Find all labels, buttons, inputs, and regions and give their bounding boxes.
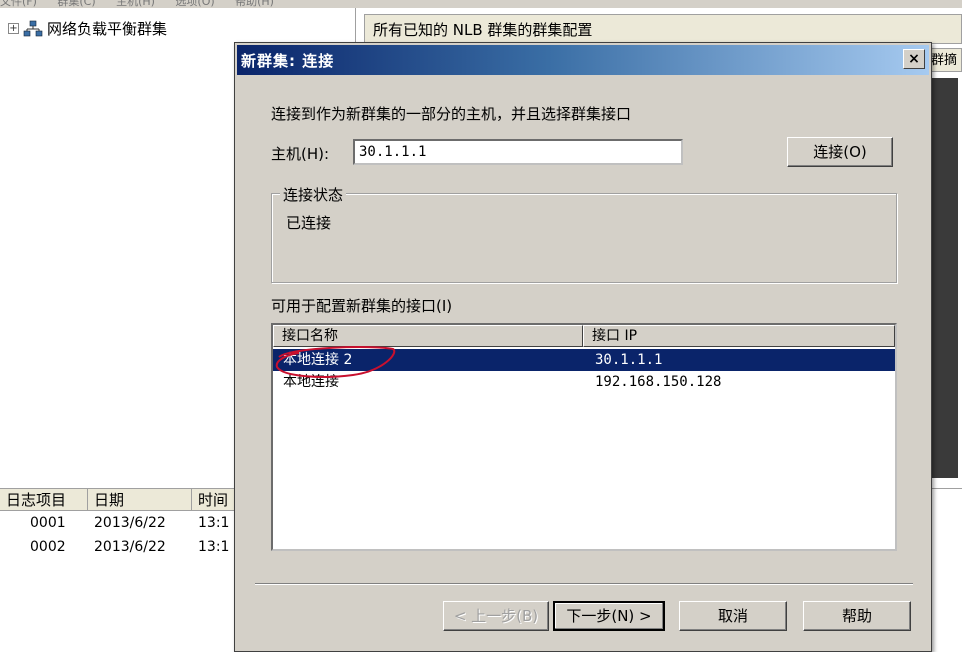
interface-ip: 30.1.1.1 xyxy=(595,352,663,368)
interfaces-list-header: 接口名称 接口 IP xyxy=(273,325,895,347)
log-col-time[interactable]: 时间 xyxy=(192,489,240,510)
menu-help[interactable]: 帮助(H) xyxy=(235,0,274,8)
interface-row[interactable]: 本地连接 192.168.150.128 xyxy=(273,371,895,393)
interface-name: 本地连接 xyxy=(283,374,339,390)
menu-host[interactable]: 主机(H) xyxy=(116,0,155,8)
log-row[interactable]: 0002 2013/6/22 13:1 xyxy=(0,539,229,555)
interfaces-label: 可用于配置新群集的接口(I) xyxy=(271,297,453,315)
cancel-button[interactable]: 取消 xyxy=(679,601,787,631)
connection-status-label: 连接状态 xyxy=(280,184,347,205)
interface-row-selected[interactable]: 本地连接 2 30.1.1.1 xyxy=(273,349,895,371)
menu-file[interactable]: 文件(F) xyxy=(0,0,37,8)
interface-ip: 192.168.150.128 xyxy=(595,374,722,390)
expand-icon[interactable]: + xyxy=(8,23,19,34)
log-row[interactable]: 0001 2013/6/22 13:1 xyxy=(0,515,229,531)
interface-name: 本地连接 2 xyxy=(283,352,353,368)
menu-cluster[interactable]: 群集(C) xyxy=(57,0,95,8)
network-cluster-icon xyxy=(23,20,43,36)
log-entry-id: 0002 xyxy=(30,539,66,555)
connect-button[interactable]: 连接(O) xyxy=(787,137,893,167)
log-entry-date: 2013/6/22 xyxy=(94,539,166,555)
connection-status-text: 已连接 xyxy=(286,214,332,232)
tree-root-item[interactable]: + 网络负载平衡群集 xyxy=(8,18,167,39)
close-icon: × xyxy=(908,51,920,67)
connection-status-group: 连接状态 已连接 xyxy=(271,184,897,283)
back-button[interactable]: < 上一步(B) xyxy=(443,601,549,631)
next-button[interactable]: 下一步(N) > xyxy=(553,601,665,631)
cluster-config-header: 所有已知的 NLB 群集的群集配置 xyxy=(364,14,962,44)
log-entry-date: 2013/6/22 xyxy=(94,515,166,531)
cluster-config-list xyxy=(930,78,958,478)
help-button[interactable]: 帮助 xyxy=(803,601,911,631)
dialog-title: 新群集: 连接 xyxy=(241,51,335,70)
log-col-date[interactable]: 日期 xyxy=(88,489,192,510)
menu-options[interactable]: 选项(O) xyxy=(175,0,214,8)
log-header: 日志项目 日期 时间 xyxy=(0,489,240,511)
log-entry-id: 0001 xyxy=(30,515,66,531)
column-interface-name[interactable]: 接口名称 xyxy=(273,325,583,347)
close-button[interactable]: × xyxy=(903,49,925,69)
new-cluster-connect-dialog: 新群集: 连接 × 连接到作为新群集的一部分的主机，并且选择群集接口 主机(H)… xyxy=(234,42,932,652)
log-entry-time: 13:1 xyxy=(198,539,230,555)
log-entry-time: 13:1 xyxy=(198,515,230,531)
tree-root-label: 网络负载平衡群集 xyxy=(47,20,168,38)
cluster-config-title: 所有已知的 NLB 群集的群集配置 xyxy=(373,20,593,39)
log-col-entry[interactable]: 日志项目 xyxy=(0,489,88,510)
interfaces-list[interactable]: 接口名称 接口 IP 本地连接 2 30.1.1.1 本地连接 192.168.… xyxy=(271,323,897,551)
dialog-titlebar[interactable]: 新群集: 连接 × xyxy=(237,45,929,75)
host-input[interactable] xyxy=(353,139,683,165)
menu-bar: 文件(F) 群集(C) 主机(H) 选项(O) 帮助(H) xyxy=(0,0,962,8)
column-interface-ip[interactable]: 接口 IP xyxy=(583,325,895,347)
host-label: 主机(H): xyxy=(271,145,330,163)
button-separator xyxy=(255,583,913,585)
instruction-text: 连接到作为新群集的一部分的主机，并且选择群集接口 xyxy=(271,105,632,123)
